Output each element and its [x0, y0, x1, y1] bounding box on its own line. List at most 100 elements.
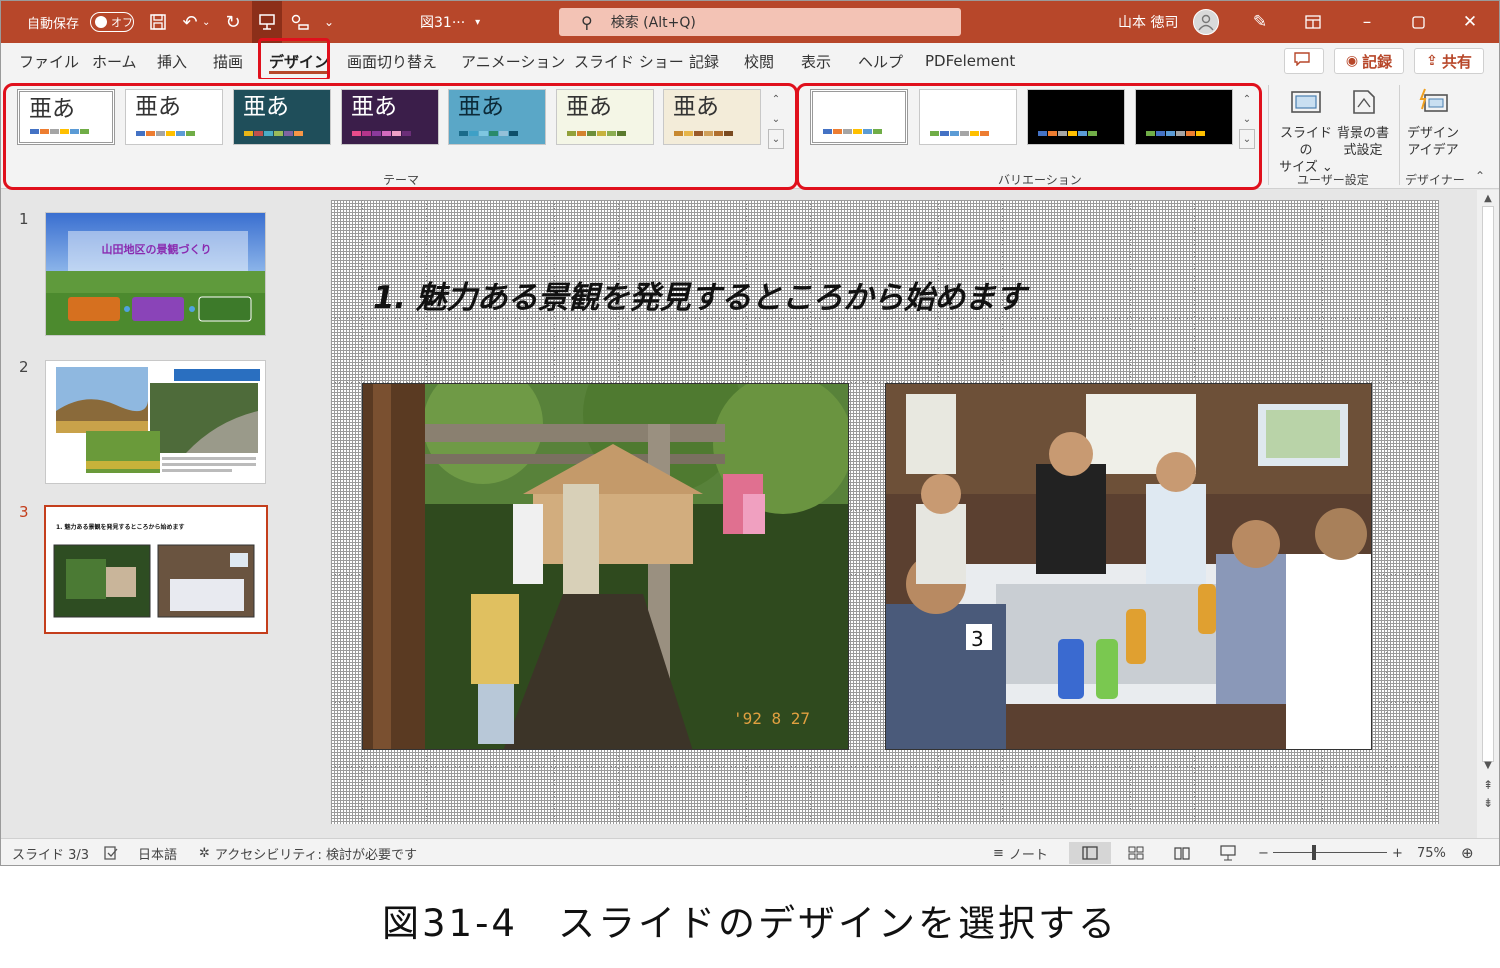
- zoom-in-button[interactable]: +: [1392, 839, 1403, 865]
- slide-3-title: 1. 魅力ある景観を発見するところから始めます: [56, 524, 185, 531]
- avatar[interactable]: [1193, 9, 1219, 35]
- design-ideas-button[interactable]: デザイン アイデア: [1405, 85, 1461, 159]
- slide-thumbnail-1[interactable]: 山田地区の景観づくり: [45, 212, 266, 336]
- tab-help[interactable]: ヘルプ: [858, 43, 903, 79]
- slide-thumbnail-2[interactable]: [45, 360, 266, 484]
- previous-slide-icon[interactable]: ⇞: [1477, 778, 1499, 792]
- slide-thumbnail-3[interactable]: 1. 魅力ある景観を発見するところから始めます: [44, 505, 268, 634]
- format-background-icon: [1346, 85, 1380, 119]
- undo-icon[interactable]: ↶: [177, 1, 203, 43]
- slide-sorter-icon[interactable]: [1128, 839, 1144, 865]
- scrollbar-track[interactable]: [1482, 206, 1494, 762]
- pen-icon[interactable]: ✎: [1237, 1, 1283, 43]
- tab-pdfelement[interactable]: PDFelement: [925, 43, 1015, 79]
- share-button[interactable]: ⇪ 共有: [1414, 48, 1484, 74]
- svg-text:3: 3: [971, 627, 984, 651]
- slideshow-view-icon[interactable]: [1220, 839, 1236, 865]
- tab-review[interactable]: 校閲: [744, 43, 774, 79]
- zoom-level[interactable]: 75%: [1417, 839, 1446, 865]
- normal-view-icon[interactable]: [1069, 842, 1111, 864]
- photo-workshop[interactable]: 3: [885, 383, 1372, 750]
- slide-size-label-1: スライドの: [1279, 126, 1332, 158]
- notes-button[interactable]: ≡ ノート: [993, 839, 1048, 865]
- slide-editor: 1. 魅力ある景観を発見するところから始めます '92 8 27 3: [293, 190, 1477, 838]
- slide-1-preview: [46, 213, 265, 335]
- tab-file[interactable]: ファイル: [19, 43, 79, 79]
- accessibility-label: アクセシビリティ: 検討が必要です: [214, 847, 417, 863]
- undo-dropdown-icon[interactable]: ⌄: [202, 1, 210, 43]
- tab-slideshow[interactable]: スライド ショー: [574, 43, 684, 79]
- touch-mode-icon[interactable]: [287, 1, 313, 43]
- figure-caption: 図31-4 スライドのデザインを選択する: [382, 902, 1118, 945]
- design-ideas-label-2: アイデア: [1407, 143, 1459, 158]
- close-icon[interactable]: ✕: [1447, 1, 1493, 43]
- gridline-horizontal: [331, 766, 1439, 767]
- next-slide-icon[interactable]: ⇟: [1477, 796, 1499, 810]
- slide-size-button[interactable]: スライドの サイズ ⌄: [1277, 85, 1335, 176]
- design-ideas-label-1: デザイン: [1406, 126, 1459, 141]
- photo-forest-shrine[interactable]: '92 8 27: [362, 383, 849, 750]
- record-label: 記録: [1362, 52, 1393, 71]
- tab-view[interactable]: 表示: [801, 43, 831, 79]
- reading-view-icon[interactable]: [1174, 839, 1190, 865]
- ribbon-tabs: ファイル ホーム 挿入 描画 デザイン 画面切り替え アニメーション スライド …: [1, 43, 1499, 79]
- status-bar: スライド 3/3 日本語 ✲ アクセシビリティ: 検討が必要です ≡ ノート −…: [1, 838, 1499, 865]
- tab-animations[interactable]: アニメーション: [461, 43, 565, 79]
- record-button[interactable]: ◉ 記録: [1334, 48, 1404, 74]
- comment-icon: [1294, 52, 1310, 70]
- accessibility-status[interactable]: ✲ アクセシビリティ: 検討が必要です: [199, 839, 417, 865]
- zoom-slider-track[interactable]: [1273, 852, 1387, 853]
- present-icon[interactable]: [252, 1, 282, 43]
- minimize-icon[interactable]: –: [1344, 1, 1390, 43]
- zoom-slider-thumb[interactable]: [1312, 845, 1316, 860]
- scroll-down-icon[interactable]: ▼: [1477, 760, 1499, 771]
- file-name-text: 図31···: [420, 15, 466, 31]
- slide-number: 3: [19, 503, 29, 521]
- workshop-image: 3: [886, 384, 1371, 749]
- zoom-out-button[interactable]: −: [1258, 839, 1269, 865]
- customize-group-label: ユーザー設定: [1297, 173, 1369, 187]
- spellcheck-icon[interactable]: [103, 839, 119, 865]
- customize-icon[interactable]: ⌄: [324, 1, 334, 43]
- format-background-button[interactable]: 背景の書 式設定: [1335, 85, 1391, 159]
- tab-transitions[interactable]: 画面切り替え: [347, 43, 437, 79]
- comments-button[interactable]: [1284, 48, 1324, 74]
- save-icon[interactable]: [145, 1, 171, 43]
- search-icon: ⚲: [581, 12, 593, 32]
- search-placeholder: 検索 (Alt+Q): [610, 15, 696, 31]
- group-separator: [1399, 85, 1400, 185]
- title-bar: 自動保存 オフ ↶ ⌄ ↻ ⌄ 図31··· ▾ ⚲ 検索 (Alt+Q) 山本…: [1, 1, 1499, 43]
- file-name-caret: ▾: [475, 16, 481, 28]
- search-box[interactable]: ⚲ 検索 (Alt+Q): [559, 8, 961, 36]
- forest-shrine-image: '92 8 27: [363, 384, 848, 749]
- current-slide[interactable]: 1. 魅力ある景観を発見するところから始めます '92 8 27 3: [331, 200, 1439, 824]
- autosave-toggle[interactable]: オフ: [90, 12, 134, 32]
- slide-title[interactable]: 1. 魅力ある景観を発見するところから始めます: [373, 272, 1026, 317]
- collapse-ribbon-icon[interactable]: ⌃: [1475, 169, 1485, 183]
- svg-text:'92 8 27: '92 8 27: [733, 709, 810, 728]
- toggle-knob: [95, 16, 107, 28]
- scroll-up-icon[interactable]: ▲: [1477, 193, 1499, 204]
- ribbon-display-icon[interactable]: [1290, 1, 1336, 43]
- fit-to-window-icon[interactable]: ⊕: [1461, 839, 1474, 865]
- format-background-label-1: 背景の書: [1336, 126, 1389, 141]
- gridline-horizontal: [331, 318, 1439, 319]
- slide-thumbnail-pane: 1 山田地区の景観づくり 2 3 1. 魅力ある景観を発見するところから始めます: [1, 190, 293, 838]
- share-label: 共有: [1441, 52, 1472, 71]
- tab-insert[interactable]: 挿入: [157, 43, 187, 79]
- tab-draw[interactable]: 描画: [213, 43, 243, 79]
- accessibility-icon: ✲: [199, 845, 210, 861]
- group-separator: [1268, 85, 1269, 185]
- tab-record[interactable]: 記録: [689, 43, 719, 79]
- vertical-scrollbar[interactable]: ▲ ▼ ⇞ ⇟: [1477, 190, 1499, 838]
- tab-home[interactable]: ホーム: [92, 43, 137, 79]
- powerpoint-window: 自動保存 オフ ↶ ⌄ ↻ ⌄ 図31··· ▾ ⚲ 検索 (Alt+Q) 山本…: [0, 0, 1500, 866]
- maximize-icon[interactable]: [1395, 1, 1441, 43]
- file-name[interactable]: 図31··· ▾: [420, 1, 480, 43]
- autosave-state: オフ: [111, 16, 133, 29]
- language-indicator[interactable]: 日本語: [138, 839, 177, 865]
- redo-icon[interactable]: ↻: [220, 1, 246, 43]
- highlight-design-tab: [258, 38, 330, 81]
- user-name[interactable]: 山本 徳司: [1118, 1, 1178, 43]
- design-ideas-icon: [1416, 85, 1450, 119]
